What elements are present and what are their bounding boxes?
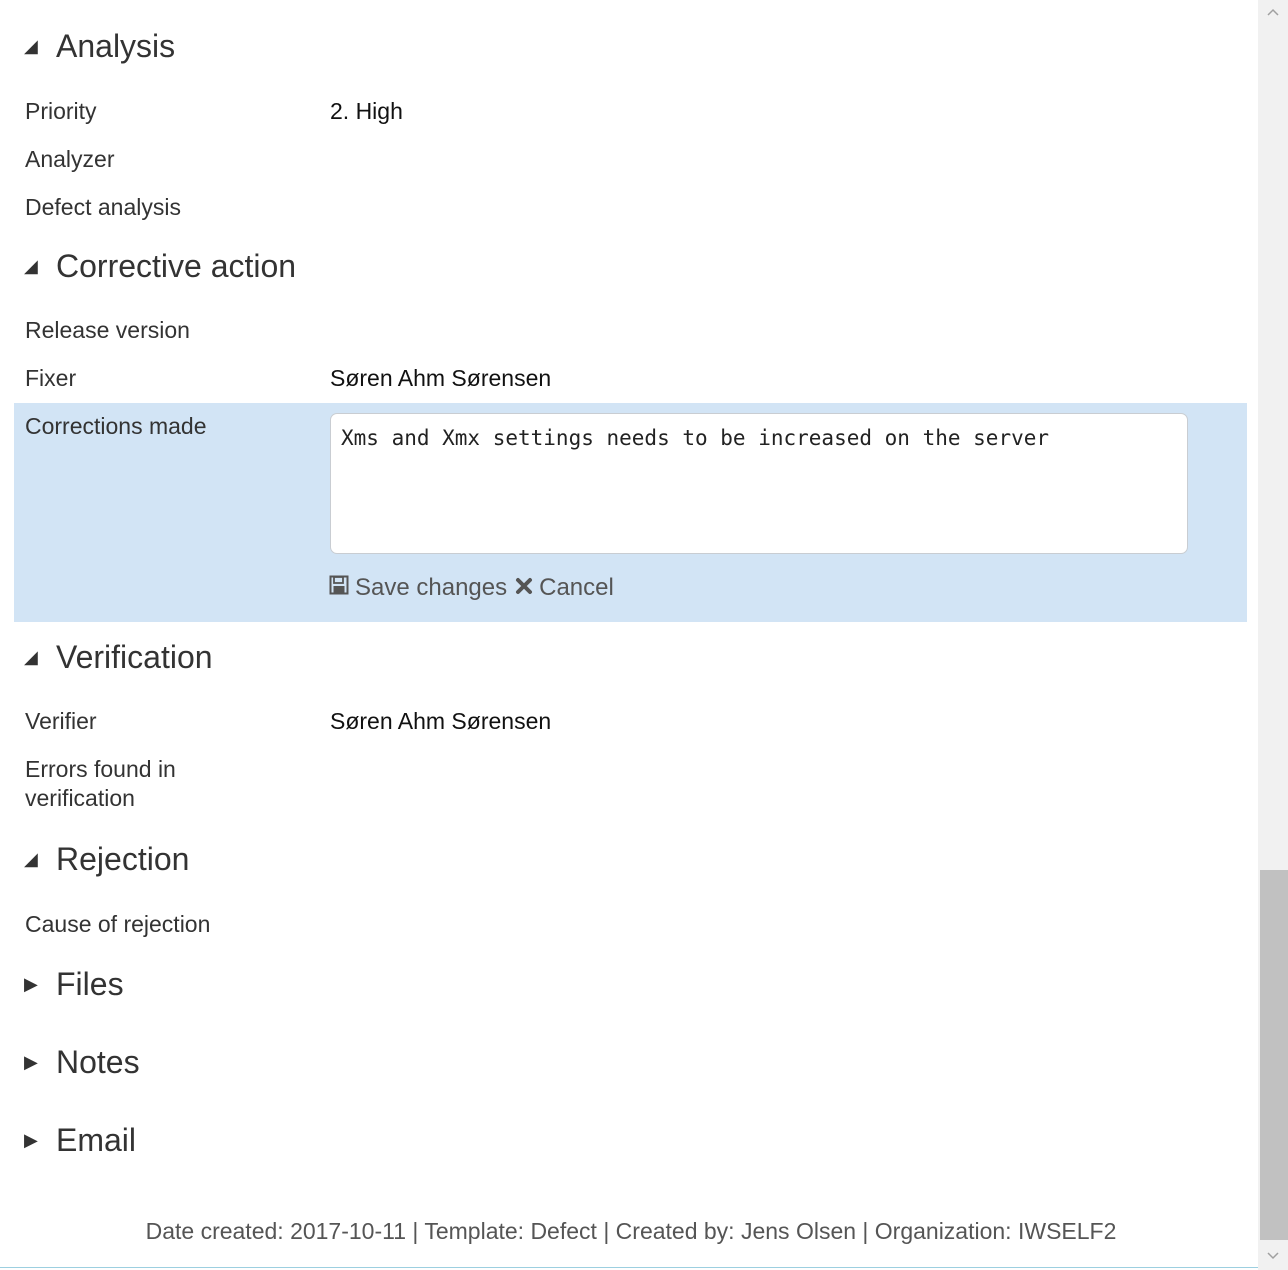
field-label-priority: Priority: [25, 98, 97, 124]
section-title-email: Email: [56, 1122, 137, 1158]
cancel-button[interactable]: Cancel: [515, 574, 614, 602]
field-value-fixer: Søren Ahm Sørensen: [330, 365, 552, 391]
section-title-analysis: Analysis: [56, 28, 176, 64]
footer-metadata: Date created: 2017-10-11 | Template: Def…: [145, 1218, 1117, 1244]
field-value-priority: 2. High: [330, 98, 403, 124]
triangle-collapsed-icon: ▶: [24, 974, 38, 994]
section-header-files[interactable]: ▶ Files: [24, 966, 124, 1003]
section-title-rejection: Rejection: [56, 841, 190, 877]
triangle-expanded-icon: ◢: [24, 36, 38, 56]
field-label-analyzer: Analyzer: [25, 146, 115, 172]
triangle-expanded-icon: ◢: [24, 256, 38, 276]
section-header-corrective-action[interactable]: ◢ Corrective action: [24, 248, 296, 285]
field-value-verifier: Søren Ahm Sørensen: [330, 708, 552, 734]
triangle-collapsed-icon: ▶: [24, 1130, 38, 1150]
corrections-made-textarea[interactable]: Xms and Xmx settings needs to be increas…: [330, 413, 1188, 554]
close-x-icon: [515, 574, 533, 602]
section-title-verification: Verification: [56, 639, 213, 675]
triangle-collapsed-icon: ▶: [24, 1052, 38, 1072]
field-label-errors-found-line1: Errors found in: [25, 756, 176, 782]
field-label-errors-found-line2: verification: [25, 785, 135, 811]
section-header-analysis[interactable]: ◢ Analysis: [24, 28, 175, 65]
field-label-defect-analysis: Defect analysis: [25, 194, 181, 220]
triangle-expanded-icon: ◢: [24, 849, 38, 869]
triangle-expanded-icon: ◢: [24, 647, 38, 667]
bottom-divider: [0, 1267, 1260, 1268]
scroll-up-arrow-icon[interactable]: [1258, 0, 1288, 24]
section-header-rejection[interactable]: ◢ Rejection: [24, 841, 189, 878]
section-header-verification[interactable]: ◢ Verification: [24, 639, 213, 676]
floppy-disk-icon: [329, 574, 349, 602]
save-changes-label: Save changes: [355, 574, 508, 601]
section-title-files: Files: [56, 966, 124, 1002]
edit-actions: Save changes Cancel: [329, 574, 614, 602]
form-content: ◢ Analysis Priority 2. High Analyzer Def…: [0, 0, 1260, 1270]
section-header-notes[interactable]: ▶ Notes: [24, 1044, 140, 1081]
vertical-scrollbar[interactable]: [1258, 0, 1288, 1270]
field-label-fixer: Fixer: [25, 365, 77, 391]
field-label-corrections-made: Corrections made: [25, 413, 207, 439]
field-label-cause-of-rejection: Cause of rejection: [25, 911, 211, 937]
scroll-down-arrow-icon[interactable]: [1258, 1244, 1288, 1268]
scrollbar-thumb[interactable]: [1260, 870, 1288, 1240]
section-title-notes: Notes: [56, 1044, 140, 1080]
cancel-label: Cancel: [539, 574, 614, 601]
field-label-release-version: Release version: [25, 317, 190, 343]
save-changes-button[interactable]: Save changes: [329, 574, 507, 602]
section-header-email[interactable]: ▶ Email: [24, 1122, 136, 1159]
section-title-corrective-action: Corrective action: [56, 248, 297, 284]
field-label-verifier: Verifier: [25, 708, 97, 734]
